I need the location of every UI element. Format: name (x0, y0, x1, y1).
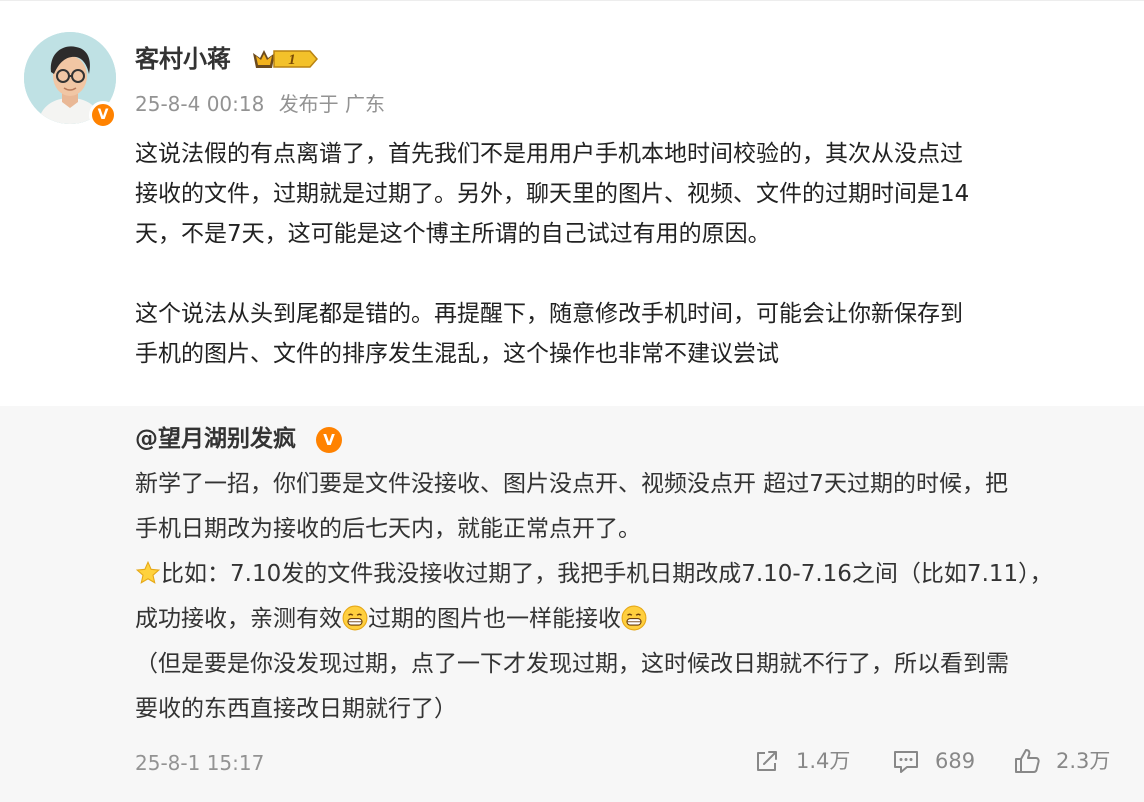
level-number: 1 (288, 52, 296, 68)
comment-icon (894, 751, 918, 773)
quoted-date: 25-8-1 15:17 (135, 751, 265, 775)
post-location: 发布于 广东 (278, 92, 386, 116)
top-divider (0, 0, 1144, 1)
like-count: 2.3万 (1056, 749, 1111, 773)
grin-emoji-icon (621, 605, 647, 631)
quoted-line-1: 新学了一招，你们要是文件没接收、图片没点开、视频没点开 超过7天过期的时候，把 … (135, 471, 1008, 542)
quoted-username[interactable]: @望月湖别发疯 (135, 422, 296, 456)
comment-button[interactable]: 689 (891, 746, 975, 776)
quoted-post[interactable]: @望月湖别发疯 V 新学了一招，你们要是文件没接收、图片没点开、视频没点开 超过… (0, 406, 1144, 802)
grin-emoji-icon (342, 605, 368, 631)
quoted-line-2: 比如：7.10发的文件我没接收过期了，我把手机日期改成7.10-7.16之间（比… (135, 552, 1120, 642)
like-button[interactable]: 2.3万 (1012, 746, 1110, 776)
quoted-text: 新学了一招，你们要是文件没接收、图片没点开、视频没点开 超过7天过期的时候，把 … (135, 462, 1120, 732)
star-emoji-icon (135, 560, 161, 584)
comment-paragraph-2: 这个说法从头到尾都是错的。再提醒下，随意修改手机时间，可能会让你新保存到 手机的… (135, 301, 963, 367)
post-meta: 25-8-4 00:18 发布于 广东 (135, 89, 385, 119)
verified-badge-icon: V (89, 101, 117, 129)
post-time: 25-8-4 00:18 (135, 92, 265, 116)
author-name[interactable]: 客村小蒋 (135, 42, 231, 76)
comment-paragraph-1: 这说法假的有点离谱了，首先我们不是用用户手机本地时间校验的，其次从没点过 接收的… (135, 141, 970, 247)
repost-count: 1.4万 (796, 749, 851, 773)
share-icon (757, 751, 777, 771)
level-crown-badge-icon[interactable]: 1 (250, 46, 320, 72)
quoted-footer: 25-8-1 15:17 1.4万 689 2.3万 (0, 742, 1144, 786)
comment-body: 这说法假的有点离谱了，首先我们不是用用户手机本地时间校验的，其次从没点过 接收的… (135, 134, 1125, 374)
thumbs-up-icon (1015, 749, 1040, 773)
repost-button[interactable]: 1.4万 (752, 746, 850, 776)
quoted-verified-icon: V (316, 427, 342, 453)
quoted-line-2b: 过期的图片也一样能接收 (368, 606, 621, 632)
quoted-line-3: （但是要是你没发现过期，点了一下才发现过期，这时候改日期就不行了，所以看到需 要… (135, 651, 1009, 722)
comment-count: 689 (935, 749, 976, 773)
